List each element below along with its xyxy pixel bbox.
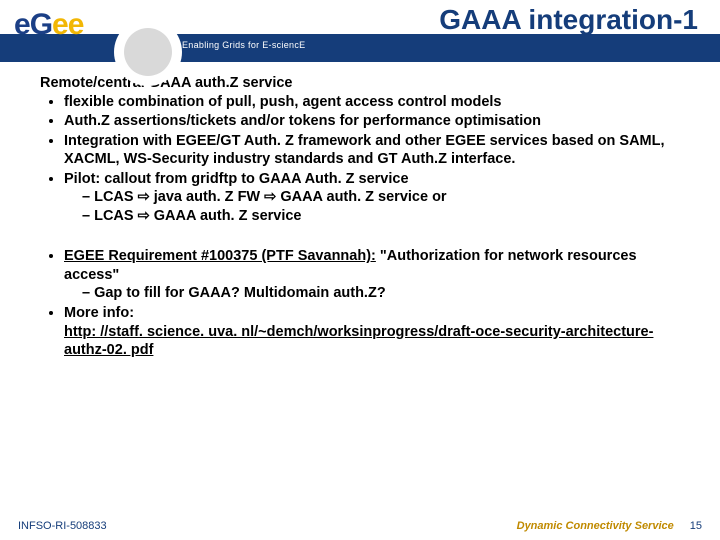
list-item: LCAS ⇨ GAAA auth. Z service — [82, 207, 686, 226]
list-item: Auth.Z assertions/tickets and/or tokens … — [64, 112, 686, 131]
sub-list: Gap to fill for GAAA? Multidomain auth.Z… — [64, 284, 686, 303]
logo-letter-g: G — [30, 8, 52, 41]
list-item: Pilot: callout from gridftp to GAAA Auth… — [64, 170, 686, 226]
logo-inner-circle — [124, 28, 172, 76]
requirement-link[interactable]: EGEE Requirement #100375 (PTF Savannah): — [64, 248, 376, 264]
logo-letter-e2: e — [52, 8, 68, 41]
list-item: EGEE Requirement #100375 (PTF Savannah):… — [64, 247, 686, 303]
slide-header: eGee Enabling Grids for E-sciencE GAAA i… — [0, 0, 720, 62]
list-item: Integration with EGEE/GT Auth. Z framewo… — [64, 132, 686, 169]
more-info-link[interactable]: http: //staff. science. uva. nl/~demch/w… — [64, 324, 653, 359]
footer-service: Dynamic Connectivity Service — [517, 520, 674, 532]
list-item: LCAS ⇨ java auth. Z FW ⇨ GAAA auth. Z se… — [82, 188, 686, 207]
pilot-rest: callout from gridftp to GAAA Auth. Z ser… — [104, 171, 408, 187]
pilot-lead: Pilot: — [64, 171, 104, 187]
slide-footer: INFSO-RI-508833 Dynamic Connectivity Ser… — [0, 520, 720, 532]
logo-text: eGee — [14, 8, 83, 42]
more-info-lead: More info: — [64, 305, 134, 321]
tagline: Enabling Grids for E-sciencE — [182, 40, 305, 50]
bullet-list-2: EGEE Requirement #100375 (PTF Savannah):… — [40, 247, 686, 359]
egee-logo: eGee — [6, 2, 176, 58]
sub-list: LCAS ⇨ java auth. Z FW ⇨ GAAA auth. Z se… — [64, 188, 686, 225]
slide-body: Remote/central GAAA auth.Z service flexi… — [0, 62, 720, 360]
bullet-list-1: flexible combination of pull, push, agen… — [40, 93, 686, 226]
list-item: Gap to fill for GAAA? Multidomain auth.Z… — [82, 284, 686, 303]
footer-left: INFSO-RI-508833 — [18, 520, 107, 532]
logo-letter-e3: e — [68, 8, 84, 41]
list-item: More info: http: //staff. science. uva. … — [64, 304, 686, 360]
list-item: flexible combination of pull, push, agen… — [64, 93, 686, 112]
footer-right: Dynamic Connectivity Service 15 — [517, 520, 702, 532]
slide-title: GAAA integration-1 — [439, 4, 698, 36]
footer-page-number: 15 — [690, 520, 702, 532]
logo-letter-e: e — [14, 8, 30, 41]
